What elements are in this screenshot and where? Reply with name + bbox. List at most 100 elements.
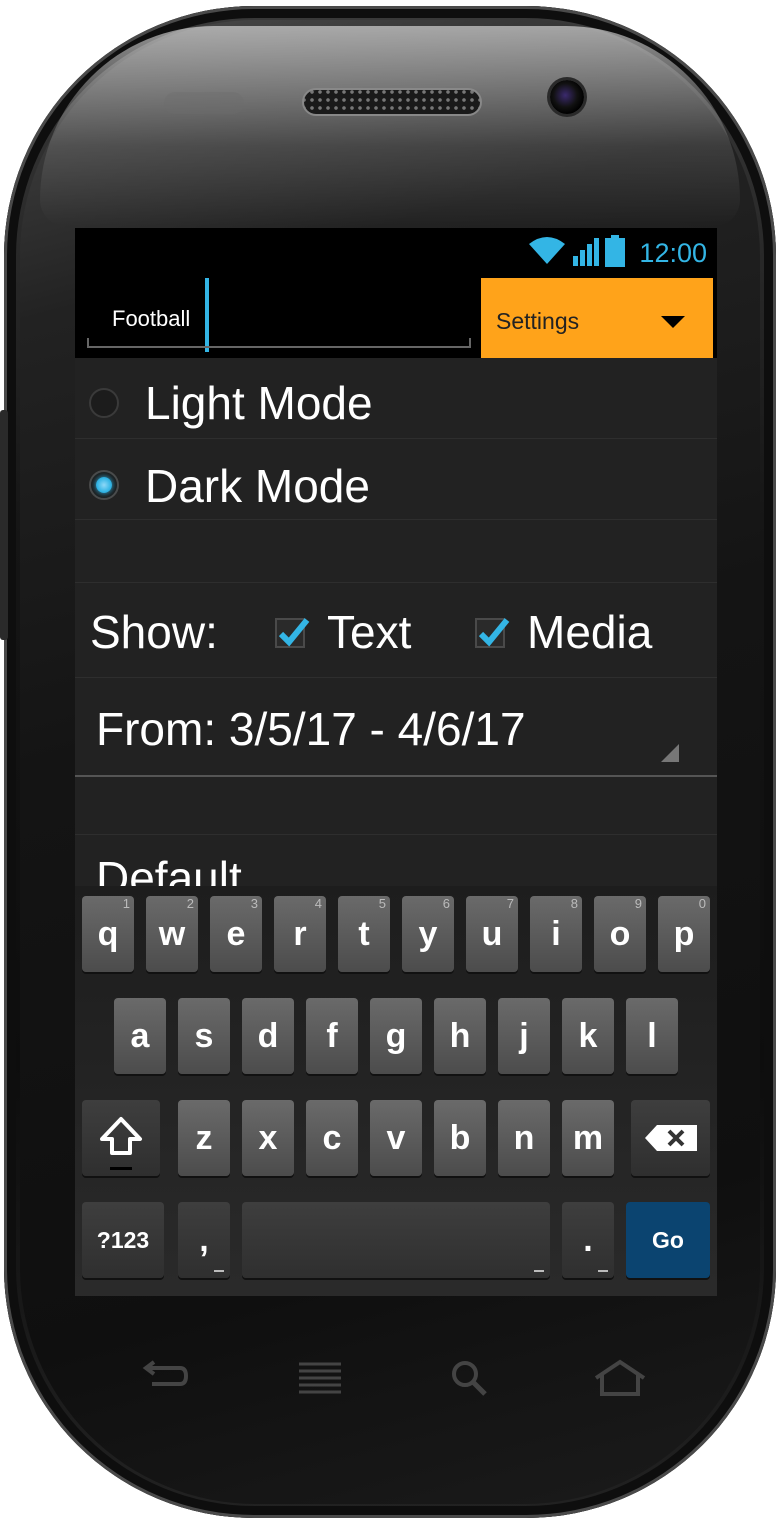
key-hint: 2 — [186, 896, 194, 911]
search-underline — [87, 338, 471, 348]
back-icon[interactable] — [135, 1355, 195, 1415]
light-mode-radio[interactable] — [89, 388, 119, 418]
period-label: . — [583, 1221, 593, 1259]
shift-icon — [100, 1117, 142, 1155]
key-p[interactable]: p0 — [658, 896, 710, 972]
proximity-sensor — [164, 92, 244, 114]
menu-icon[interactable] — [290, 1355, 350, 1415]
action-bar: Football Settings — [75, 278, 717, 358]
space-key[interactable] — [242, 1202, 550, 1278]
key-label: e — [226, 915, 246, 953]
search-input[interactable]: Football — [112, 306, 190, 332]
key-hint: 7 — [506, 896, 514, 911]
settings-dropdown[interactable]: Settings — [481, 278, 713, 358]
key-o[interactable]: o9 — [594, 896, 646, 972]
key-label: y — [418, 915, 438, 953]
text-checkbox-label: Text — [327, 606, 412, 658]
key-r[interactable]: r4 — [274, 896, 326, 972]
key-v[interactable]: v — [370, 1100, 422, 1176]
key-hint: 6 — [442, 896, 450, 911]
signal-icon — [573, 236, 600, 271]
key-hint: 4 — [314, 896, 322, 911]
clock: 12:00 — [639, 237, 707, 268]
show-label: Show: — [90, 606, 218, 658]
date-range-spinner[interactable]: From: 3/5/17 - 4/6/17 — [75, 678, 717, 777]
dark-mode-radio[interactable] — [89, 470, 119, 500]
hardware-keys — [100, 1355, 680, 1415]
backspace-icon — [644, 1125, 697, 1151]
show-row: Show: Text Media — [75, 583, 717, 678]
date-range-value: From: 3/5/17 - 4/6/17 — [96, 703, 526, 755]
key-f[interactable]: f — [306, 998, 358, 1074]
key-i[interactable]: i8 — [530, 896, 582, 972]
key-hint: 0 — [698, 896, 706, 911]
wifi-icon — [527, 236, 567, 271]
spacer-row-2 — [75, 778, 717, 835]
key-more-indicator — [214, 1270, 224, 1272]
media-checkbox-label: Media — [527, 606, 653, 658]
key-label: w — [158, 915, 186, 953]
key-label: q — [97, 915, 119, 953]
phone-gloss — [40, 26, 740, 226]
go-key[interactable]: Go — [626, 1202, 710, 1278]
key-z[interactable]: z — [178, 1100, 230, 1176]
key-a[interactable]: a — [114, 998, 166, 1074]
front-camera — [550, 80, 584, 114]
key-more-indicator — [534, 1270, 544, 1272]
key-h[interactable]: h — [434, 998, 486, 1074]
soft-keyboard: q1 w2 e3 r4 t5 y6 u7 i8 o9 p0 a s d f g … — [75, 886, 717, 1296]
key-g[interactable]: g — [370, 998, 422, 1074]
dark-mode-label: Dark Mode — [145, 460, 370, 512]
key-q[interactable]: q1 — [82, 896, 134, 972]
key-w[interactable]: w2 — [146, 896, 198, 972]
dark-mode-option[interactable]: Dark Mode — [75, 439, 717, 520]
media-checkbox[interactable] — [475, 618, 510, 648]
home-icon[interactable] — [590, 1355, 650, 1415]
symbols-key[interactable]: ?123 — [82, 1202, 164, 1278]
key-hint: 3 — [250, 896, 258, 911]
text-checkbox[interactable] — [275, 618, 310, 648]
key-x[interactable]: x — [242, 1100, 294, 1176]
key-hint: 1 — [122, 896, 130, 911]
key-label: t — [358, 915, 370, 953]
screen: 12:00 Football Settings Light Mode Dark … — [75, 228, 717, 1296]
key-hint: 9 — [634, 896, 642, 911]
key-s[interactable]: s — [178, 998, 230, 1074]
key-u[interactable]: u7 — [466, 896, 518, 972]
key-hint: 8 — [570, 896, 578, 911]
comma-label: , — [199, 1221, 209, 1259]
key-b[interactable]: b — [434, 1100, 486, 1176]
spacer-row — [75, 520, 717, 583]
key-hint: 5 — [378, 896, 386, 911]
comma-key[interactable]: , — [178, 1202, 230, 1278]
key-m[interactable]: m — [562, 1100, 614, 1176]
earpiece-speaker — [302, 88, 482, 116]
key-l[interactable]: l — [626, 998, 678, 1074]
backspace-key[interactable] — [631, 1100, 710, 1176]
status-bar: 12:00 — [75, 228, 717, 278]
key-n[interactable]: n — [498, 1100, 550, 1176]
key-more-indicator — [598, 1270, 608, 1272]
key-label: r — [293, 915, 307, 953]
key-d[interactable]: d — [242, 998, 294, 1074]
key-label: o — [609, 915, 631, 953]
key-label: i — [551, 915, 561, 953]
light-mode-label: Light Mode — [145, 377, 373, 429]
key-y[interactable]: y6 — [402, 896, 454, 972]
key-e[interactable]: e3 — [210, 896, 262, 972]
key-label: u — [481, 915, 503, 953]
period-key[interactable]: . — [562, 1202, 614, 1278]
key-label: p — [673, 915, 695, 953]
battery-icon — [605, 234, 626, 272]
settings-label: Settings — [496, 308, 580, 334]
search-icon[interactable] — [440, 1355, 500, 1415]
key-k[interactable]: k — [562, 998, 614, 1074]
key-t[interactable]: t5 — [338, 896, 390, 972]
shift-key[interactable] — [82, 1100, 160, 1176]
checkmark-icon — [478, 618, 510, 647]
checkmark-icon — [278, 618, 310, 647]
key-j[interactable]: j — [498, 998, 550, 1074]
key-c[interactable]: c — [306, 1100, 358, 1176]
spinner-corner-icon — [661, 744, 679, 762]
light-mode-option[interactable]: Light Mode — [75, 358, 717, 439]
